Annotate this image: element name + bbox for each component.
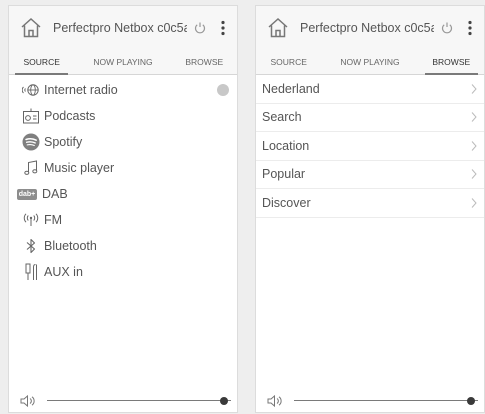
device-title: Perfectpro Netbox c0c5a5 (53, 21, 187, 35)
source-panel: Perfectpro Netbox c0c5a5 SOURCE NOW PLAY… (8, 5, 238, 413)
aux-plug-icon (21, 263, 41, 280)
source-label: Bluetooth (44, 239, 97, 253)
volume-track (47, 400, 231, 401)
dab-badge: dab+ (16, 188, 38, 200)
source-label: Spotify (44, 135, 83, 149)
browse-label: Popular (262, 167, 306, 182)
source-label: Internet radio (44, 83, 118, 97)
more-vert-icon[interactable] (464, 19, 476, 37)
volume-slider[interactable] (47, 394, 231, 408)
source-label: AUX in (44, 265, 83, 279)
source-item-podcasts[interactable]: Podcasts (9, 103, 237, 129)
chevron-right-icon (471, 197, 477, 208)
browse-label: Nederland (262, 81, 320, 96)
volume-knob[interactable] (219, 397, 228, 405)
chevron-right-icon (471, 83, 477, 94)
spotify-icon (21, 133, 41, 151)
dab-icon: dab+ (13, 186, 41, 202)
source-item-aux-in[interactable]: AUX in (9, 259, 237, 285)
speaker-icon (20, 394, 35, 408)
tab-now-playing[interactable]: NOW PLAYING (321, 50, 418, 74)
source-label: FM (44, 213, 63, 227)
browse-item-popular[interactable]: Popular (256, 161, 484, 189)
device-title: Perfectpro Netbox c0c5a5 (300, 21, 434, 35)
selected-indicator (217, 84, 229, 96)
source-label: Music player (44, 161, 115, 175)
browse-label: Location (262, 138, 310, 153)
chevron-right-icon (471, 169, 477, 180)
music-note-icon (21, 160, 41, 176)
volume-track (294, 400, 478, 401)
tab-bar: SOURCE NOW PLAYING BROWSE (256, 50, 484, 75)
browse-label: Search (262, 110, 302, 125)
source-item-spotify[interactable]: Spotify (9, 129, 237, 155)
source-item-internet-radio[interactable]: Internet radio (9, 77, 237, 103)
podcast-icon (21, 108, 41, 124)
app-header: Perfectpro Netbox c0c5a5 (256, 6, 484, 50)
browse-item-discover[interactable]: Discover (256, 189, 484, 218)
fm-antenna-icon (21, 212, 41, 228)
power-icon[interactable] (440, 21, 454, 35)
browse-list: Nederland Search Location Popular Discov… (256, 75, 484, 218)
app-header: Perfectpro Netbox c0c5a5 (9, 6, 237, 50)
tab-source[interactable]: SOURCE (256, 50, 321, 74)
more-vert-icon[interactable] (217, 19, 229, 37)
source-item-bluetooth[interactable]: Bluetooth (9, 233, 237, 259)
source-item-music-player[interactable]: Music player (9, 155, 237, 181)
tab-bar: SOURCE NOW PLAYING BROWSE (9, 50, 237, 75)
tab-browse[interactable]: BROWSE (419, 50, 484, 75)
browse-item-location[interactable]: Location (256, 132, 484, 161)
source-label: DAB (42, 187, 68, 201)
tab-source[interactable]: SOURCE (9, 50, 74, 75)
volume-slider[interactable] (294, 394, 478, 408)
browse-item-search[interactable]: Search (256, 104, 484, 132)
home-icon[interactable] (266, 16, 290, 40)
volume-knob[interactable] (466, 397, 475, 405)
tab-browse[interactable]: BROWSE (172, 50, 237, 74)
tab-now-playing[interactable]: NOW PLAYING (74, 50, 171, 74)
home-icon[interactable] (19, 16, 43, 40)
speaker-icon (267, 394, 282, 408)
bluetooth-icon (21, 238, 41, 254)
volume-bar (9, 390, 237, 412)
chevron-right-icon (471, 140, 477, 151)
source-label: Podcasts (44, 109, 96, 123)
chevron-right-icon (471, 112, 477, 123)
globe-radio-icon (21, 82, 41, 98)
source-list: Internet radio Podcasts Spotify Music pl… (9, 77, 237, 285)
power-icon[interactable] (193, 21, 207, 35)
source-item-dab[interactable]: dab+ DAB (9, 181, 237, 207)
volume-bar (256, 390, 484, 412)
browse-item-nederland[interactable]: Nederland (256, 75, 484, 104)
source-item-fm[interactable]: FM (9, 207, 237, 233)
browse-panel: Perfectpro Netbox c0c5a5 SOURCE NOW PLAY… (255, 5, 485, 413)
browse-label: Discover (262, 195, 311, 210)
